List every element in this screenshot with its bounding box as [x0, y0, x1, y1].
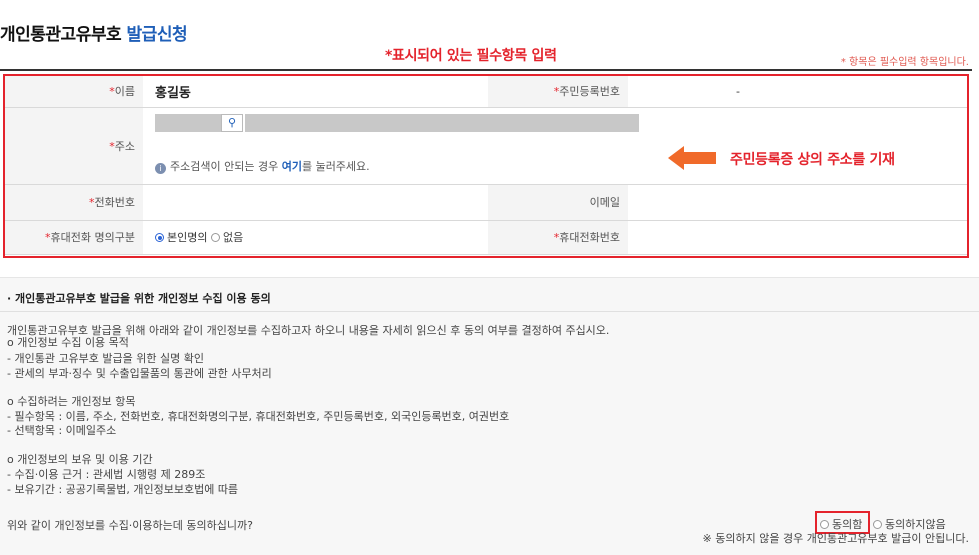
consent-question: 위와 같이 개인정보를 수집·이용하는데 동의하십니까?: [7, 519, 253, 532]
consent-retention-item: - 수집·이용 근거 : 관세법 시행령 제 289조: [7, 468, 206, 481]
consent-items-item: - 선택항목 : 이메일주소: [7, 424, 117, 437]
arrow-left-icon: [668, 146, 716, 170]
consent-items-item: - 필수항목 : 이름, 주소, 전화번호, 휴대전화명의구분, 휴대전화번호,…: [7, 410, 510, 423]
page-title-main: 개인통관고유부호: [0, 25, 127, 45]
annotation-required-fields: *표시되어 있는 필수항목 입력: [385, 48, 557, 64]
radio-icon[interactable]: [873, 520, 882, 529]
page-title: 개인통관고유부호 발급신청: [0, 20, 188, 45]
consent-heading: · 개인통관고유부호 발급을 위한 개인정보 수집 이용 동의: [7, 292, 271, 305]
consent-purpose-item: - 관세의 부과·징수 및 수출입물품의 통관에 관한 사무처리: [7, 367, 272, 380]
annotation-address: 주민등록증 상의 주소를 기재: [730, 152, 895, 168]
consent-purpose-title: o 개인정보 수집 이용 목적: [7, 336, 129, 349]
consent-intro: 개인통관고유부호 발급을 위해 아래와 같이 개인정보를 수집하고자 하오니 내…: [7, 324, 610, 337]
page-title-accent: 발급신청: [126, 25, 188, 45]
consent-items-title: o 수집하려는 개인정보 항목: [7, 395, 136, 408]
consent-warning: ※ 동의하지 않을 경우 개인통관고유부호 발급이 안됩니다.: [702, 532, 969, 545]
consent-purpose-item: - 개인통관 고유부호 발급을 위한 실명 확인: [7, 352, 204, 365]
required-note: * 항목은 필수입력 항목입니다.: [840, 57, 969, 68]
consent-divider: [0, 311, 979, 312]
consent-retention-title: o 개인정보의 보유 및 이용 기간: [7, 453, 153, 466]
consent-retention-item: - 보유기간 : 공공기록물법, 개인정보보호법에 따름: [7, 483, 239, 496]
header-divider: [0, 69, 972, 71]
